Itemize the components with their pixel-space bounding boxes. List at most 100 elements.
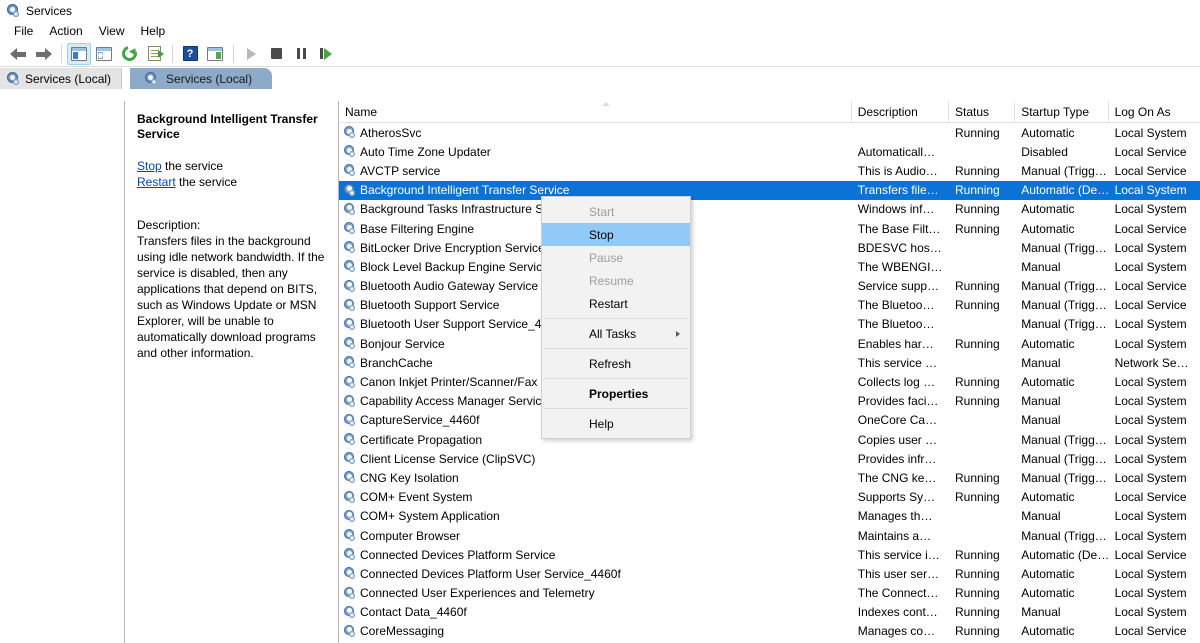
table-row[interactable]: COM+ Event System Supports Sy… Running Auto… (339, 488, 1200, 507)
tree-root-services-local[interactable]: Services (Local) (0, 68, 123, 89)
table-row[interactable]: AtherosSvc Running Automatic Local System (339, 123, 1200, 142)
service-startup-type-cell: Manual (Trigg… (1021, 317, 1107, 332)
service-startup-type-cell: Manual (1021, 355, 1061, 370)
service-description-cell: Supports Sy… (857, 490, 936, 505)
toolbar-separator-3 (233, 44, 234, 63)
service-log-on-as-cell: Local System (1114, 605, 1187, 620)
service-name-label: Contact Data_4460f (360, 605, 467, 620)
start-service-button[interactable] (239, 43, 263, 65)
menu-action[interactable]: Action (41, 22, 90, 40)
export-list-button[interactable] (142, 43, 166, 65)
table-row[interactable]: Block Level Backup Engine Service The WBE… (339, 257, 1200, 276)
table-row[interactable]: BitLocker Drive Encryption Service BDESVC… (339, 238, 1200, 257)
service-description-cell: The CNG ke… (857, 470, 937, 485)
table-row[interactable]: Connected Devices Platform Service This s… (339, 545, 1200, 564)
service-status-cell: Running (955, 336, 1000, 351)
table-row[interactable]: Base Filtering Engine The Base Filt… Runni… (339, 219, 1200, 238)
service-gear-icon (343, 394, 356, 408)
service-status-cell: Running (955, 470, 1000, 485)
back-button[interactable] (6, 43, 30, 65)
stop-service-button[interactable] (264, 43, 288, 65)
service-startup-type-cell: Manual (Trigg… (1021, 240, 1107, 255)
toolbar-separator-2 (172, 44, 173, 63)
table-row[interactable]: Background Tasks Infrastructure Se Window… (339, 200, 1200, 219)
table-row[interactable]: CaptureService_4460f OneCore Ca… Manual Loc… (339, 411, 1200, 430)
service-name-label: AtherosSvc (360, 125, 422, 140)
refresh-button[interactable] (117, 43, 141, 65)
table-row[interactable]: Client License Service (ClipSVC) Provides… (339, 449, 1200, 468)
service-name-cell: Connected Devices Platform Service (339, 548, 852, 562)
table-row[interactable]: Certificate Propagation Copies user … Manu… (339, 430, 1200, 449)
stop-service-link[interactable]: Stop (137, 159, 162, 173)
service-gear-icon (343, 490, 356, 504)
service-startup-type-cell: Automatic (1021, 125, 1075, 140)
service-startup-type-cell: Manual (Trigg… (1021, 451, 1107, 466)
table-row[interactable]: Background Intelligent Transfer Service T… (339, 180, 1200, 200)
column-header-name[interactable]: Name (339, 101, 852, 123)
service-status-cell: Running (955, 298, 1000, 313)
column-header-log-on-as[interactable]: Log On As (1109, 101, 1200, 123)
table-row[interactable]: Bonjour Service Enables har… Running Automa… (339, 334, 1200, 353)
menu-file[interactable]: File (6, 22, 41, 40)
service-status-cell: Running (955, 125, 1000, 140)
table-row[interactable]: Bluetooth User Support Service_4460f The … (339, 315, 1200, 334)
help-button[interactable]: ? (178, 43, 202, 65)
table-row[interactable]: CoreMessaging Manages co… Running Automatic… (339, 622, 1200, 641)
menu-separator (544, 348, 688, 349)
context-menu-item-restart[interactable]: Restart (542, 292, 690, 315)
service-startup-type-cell: Disabled (1021, 144, 1068, 159)
forward-button[interactable] (31, 43, 55, 65)
service-description-cell: This service … (857, 355, 938, 370)
show-hide-action-pane-button[interactable] (92, 43, 116, 65)
table-row[interactable]: Capability Access Manager Service Provide… (339, 392, 1200, 411)
table-row[interactable]: BranchCache This service … Manual Network S… (339, 353, 1200, 372)
service-startup-type-cell: Manual (Trigg… (1021, 279, 1107, 294)
table-row[interactable]: Computer Browser Maintains a… Manual (Trig… (339, 526, 1200, 545)
context-menu-item-stop[interactable]: Stop (542, 223, 690, 246)
table-row[interactable]: Contact Data_4460f Indexes cont… Running Ma… (339, 603, 1200, 622)
service-description-cell: This service i… (857, 547, 940, 562)
service-gear-icon (343, 433, 356, 446)
console-tree-icon (71, 46, 87, 61)
service-gear-icon (343, 509, 356, 523)
properties-button[interactable] (203, 43, 227, 65)
table-row[interactable]: AVCTP service This is Audio… Running Manual… (339, 161, 1200, 180)
show-hide-console-tree-button[interactable] (67, 42, 91, 65)
table-row[interactable]: Connected User Experiences and Telemetry… (339, 584, 1200, 603)
table-row[interactable]: COM+ System Application Manages th… Manual… (339, 507, 1200, 526)
context-menu-item-help[interactable]: Help (542, 412, 690, 435)
table-row[interactable]: Bluetooth Support Service The Bluetoo… Run… (339, 296, 1200, 315)
pane-tab-services-local[interactable]: Services (Local) (130, 68, 273, 89)
service-name-cell: Connected Devices Platform User Service_… (339, 567, 852, 581)
service-log-on-as-cell: Network Se… (1114, 355, 1189, 370)
service-gear-icon (343, 222, 356, 235)
service-name-cell: Client License Service (ClipSVC) (339, 452, 852, 466)
service-name-label: BranchCache (360, 355, 433, 370)
context-menu-item-refresh[interactable]: Refresh (542, 352, 690, 375)
service-gear-icon (343, 356, 356, 369)
service-name-label: CNG Key Isolation (360, 470, 459, 485)
context-menu-item-properties[interactable]: Properties (542, 382, 690, 405)
table-row[interactable]: Auto Time Zone Updater Automaticall… Disab… (339, 142, 1200, 161)
column-header-startup-type[interactable]: Startup Type (1015, 101, 1109, 123)
column-header-description[interactable]: Description (852, 101, 949, 123)
service-name-label: AVCTP service (360, 163, 441, 178)
table-row[interactable]: Canon Inkjet Printer/Scanner/Fax Ex Colle… (339, 372, 1200, 391)
service-startup-type-cell: Manual (Trigg… (1021, 470, 1107, 485)
context-menu-item-all-tasks[interactable]: All Tasks (542, 322, 690, 345)
menu-view[interactable]: View (91, 22, 133, 40)
service-log-on-as-cell: Local System (1114, 317, 1187, 332)
service-gear-icon (343, 298, 356, 312)
pause-service-button[interactable] (289, 43, 313, 65)
table-row[interactable]: CNG Key Isolation The CNG ke… Running Manua… (339, 468, 1200, 487)
restart-service-button[interactable] (314, 43, 338, 65)
restart-service-link[interactable]: Restart (137, 175, 176, 189)
column-header-status[interactable]: Status (949, 101, 1016, 123)
table-row[interactable]: Bluetooth Audio Gateway Service Service s… (339, 277, 1200, 296)
service-log-on-as-cell: Local Service (1114, 279, 1187, 294)
table-row[interactable]: Connected Devices Platform User Service_… (339, 564, 1200, 583)
service-log-on-as-cell: Local System (1114, 394, 1187, 409)
service-description-cell: Transfers file… (857, 183, 939, 198)
menu-help[interactable]: Help (133, 22, 174, 40)
service-name-label: Bluetooth Support Service (360, 298, 500, 313)
